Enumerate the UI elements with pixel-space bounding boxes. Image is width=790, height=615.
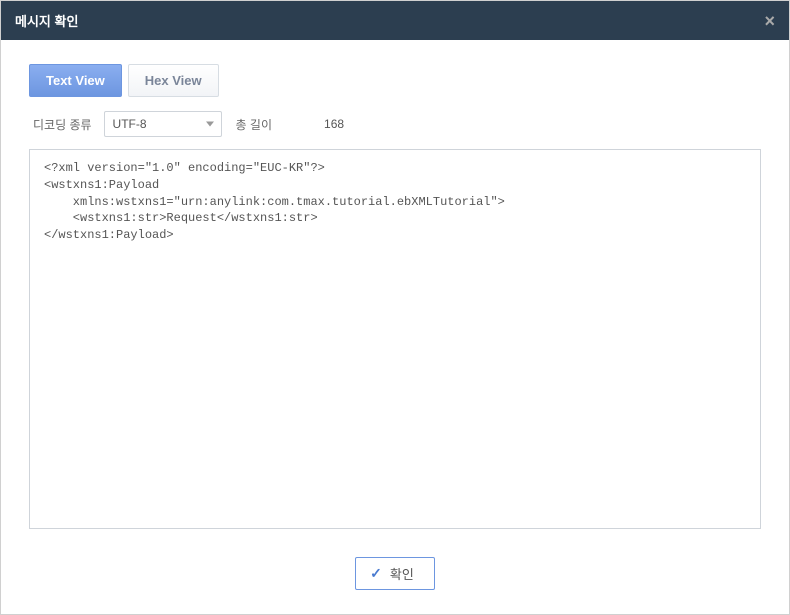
dialog-title: 메시지 확인	[15, 11, 78, 30]
check-icon: ✓	[370, 565, 382, 582]
dialog-header: 메시지 확인 ×	[1, 1, 789, 40]
tab-text-view[interactable]: Text View	[29, 64, 122, 97]
dialog-body: Text View Hex View 디코딩 종류 UTF-8 총 길이 168…	[1, 40, 789, 539]
decoding-label: 디코딩 종류	[33, 116, 92, 133]
tab-bar: Text View Hex View	[29, 64, 761, 97]
tab-hex-view[interactable]: Hex View	[128, 64, 219, 97]
message-dialog: 메시지 확인 × Text View Hex View 디코딩 종류 UTF-8…	[0, 0, 790, 615]
encoding-select[interactable]: UTF-8	[104, 111, 222, 137]
confirm-label: 확인	[390, 564, 414, 583]
controls-row: 디코딩 종류 UTF-8 총 길이 168	[29, 105, 761, 149]
chevron-down-icon	[206, 122, 214, 127]
length-label: 총 길이	[236, 116, 272, 133]
message-content[interactable]: <?xml version="1.0" encoding="EUC-KR"?> …	[29, 149, 761, 529]
length-value: 168	[324, 117, 344, 131]
encoding-value: UTF-8	[113, 117, 147, 131]
dialog-footer: ✓ 확인	[1, 539, 789, 614]
confirm-button[interactable]: ✓ 확인	[355, 557, 435, 590]
close-icon[interactable]: ×	[764, 12, 775, 30]
